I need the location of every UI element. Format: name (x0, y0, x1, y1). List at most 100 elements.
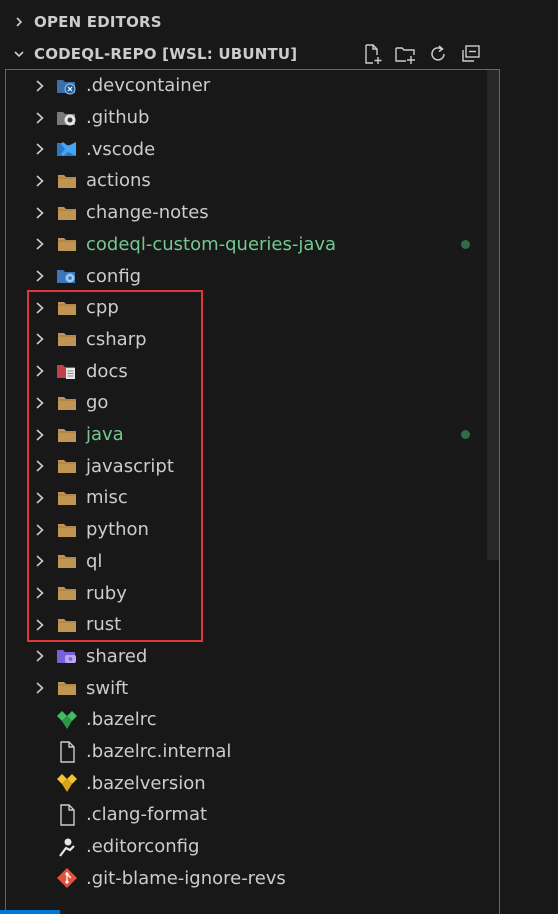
chevron-right-icon[interactable] (32, 649, 48, 663)
tree-folder-row[interactable]: .devcontainer (6, 70, 484, 102)
folder-icon (56, 233, 78, 255)
tree-file-row[interactable]: .clang-format (6, 799, 484, 831)
bazel-icon (56, 709, 78, 731)
folder-icon (56, 582, 78, 604)
tree-folder-row[interactable]: cpp (6, 292, 484, 324)
tree-folder-row[interactable]: ruby (6, 577, 484, 609)
chevron-right-icon[interactable] (32, 332, 48, 346)
folder-icon (56, 328, 78, 350)
chevron-right-icon[interactable] (32, 269, 48, 283)
tree-folder-row[interactable]: config (6, 260, 484, 292)
chevron-right-icon[interactable] (32, 79, 48, 93)
tree-folder-row[interactable]: change-notes (6, 197, 484, 229)
tree-item-label: shared (86, 645, 148, 667)
explorer-toolbar (361, 38, 482, 70)
tree-item-label: javascript (86, 455, 174, 477)
tree-file-row[interactable]: .bazelrc (6, 704, 484, 736)
devcontainer-folder-icon (56, 75, 78, 97)
chevron-right-icon[interactable] (32, 396, 48, 410)
git-modified-dot (461, 239, 470, 249)
tree-folder-row[interactable]: rust (6, 609, 484, 641)
tree-item-label: ruby (86, 582, 127, 604)
chevron-right-icon[interactable] (32, 554, 48, 568)
folder-icon (56, 170, 78, 192)
tree-folder-row[interactable]: csharp (6, 324, 484, 356)
tree-file-row[interactable]: .editorconfig (6, 831, 484, 863)
tree-folder-row[interactable]: ql (6, 546, 484, 578)
editorconfig-icon (56, 836, 78, 858)
chevron-right-icon[interactable] (32, 681, 48, 695)
chevron-right-icon[interactable] (32, 618, 48, 632)
tree-file-row[interactable]: .bazelrc.internal (6, 736, 484, 768)
tree-item-label: .devcontainer (86, 75, 211, 97)
tree-item-label: swift (86, 677, 129, 699)
chevron-right-icon[interactable] (32, 237, 48, 251)
file-tree[interactable]: .devcontainer .github .vscode actions change… (5, 69, 500, 914)
collapse-all-icon[interactable] (460, 43, 482, 65)
chevron-right-icon[interactable] (32, 586, 48, 600)
tree-folder-row[interactable]: python (6, 514, 484, 546)
config-folder-icon (56, 265, 78, 287)
new-folder-icon[interactable] (394, 43, 416, 65)
folder-icon (56, 392, 78, 414)
refresh-icon[interactable] (427, 43, 449, 65)
tree-file-row[interactable]: .bazelversion (6, 767, 484, 799)
tree-item-label: .github (86, 107, 150, 129)
tree-item-label: .bazelversion (86, 772, 206, 794)
chevron-right-icon[interactable] (32, 301, 48, 315)
chevron-right-icon[interactable] (32, 174, 48, 188)
tree-item-label: go (86, 392, 109, 414)
folder-icon (56, 550, 78, 572)
repo-title: CODEQL-REPO [WSL: UBUNTU] (34, 45, 298, 63)
chevron-right-icon[interactable] (32, 111, 48, 125)
chevron-right-icon[interactable] (32, 523, 48, 537)
tree-folder-row[interactable]: javascript (6, 450, 484, 482)
tree-folder-row[interactable]: swift (6, 672, 484, 704)
tree-folder-row[interactable]: codeql-custom-queries-java (6, 229, 484, 261)
tree-item-label: .clang-format (86, 804, 208, 826)
tree-item-label: .bazelrc.internal (86, 741, 232, 763)
tree-item-label: misc (86, 487, 128, 509)
chevron-right-icon[interactable] (32, 206, 48, 220)
folder-icon (56, 424, 78, 446)
tree-folder-row[interactable]: docs (6, 355, 484, 387)
tree-folder-row[interactable]: java (6, 419, 484, 451)
new-file-icon[interactable] (361, 43, 383, 65)
chevron-right-icon[interactable] (32, 491, 48, 505)
status-accent (0, 910, 60, 914)
folder-icon (56, 487, 78, 509)
open-editors-header[interactable]: OPEN EDITORS (0, 6, 500, 38)
chevron-right-icon[interactable] (32, 428, 48, 442)
tree-item-label: rust (86, 614, 122, 636)
tree-item-label: codeql-custom-queries-java (86, 233, 337, 255)
tree-item-label: ql (86, 550, 103, 572)
chevron-right-icon[interactable] (32, 364, 48, 378)
bazel-yellow-icon (56, 772, 78, 794)
tree-folder-row[interactable]: .github (6, 102, 484, 134)
tree-item-label: java (86, 424, 124, 446)
tree-file-row[interactable]: .git-blame-ignore-revs (6, 863, 484, 895)
tree-item-label: change-notes (86, 202, 209, 224)
tree-folder-row[interactable]: .vscode (6, 133, 484, 165)
tree-item-label: cpp (86, 297, 119, 319)
tree-folder-row[interactable]: go (6, 387, 484, 419)
repo-section-header[interactable]: CODEQL-REPO [WSL: UBUNTU] (0, 38, 500, 70)
tree-item-label: .bazelrc (86, 709, 157, 731)
docs-folder-icon (56, 360, 78, 382)
folder-icon (56, 614, 78, 636)
tree-item-label: csharp (86, 328, 147, 350)
tree-folder-row[interactable]: actions (6, 165, 484, 197)
open-editors-title: OPEN EDITORS (34, 13, 162, 31)
scrollbar[interactable] (487, 70, 499, 560)
folder-icon (56, 455, 78, 477)
chevron-right-icon[interactable] (32, 142, 48, 156)
chevron-right-icon[interactable] (32, 459, 48, 473)
tree-folder-row[interactable]: shared (6, 641, 484, 673)
tree-item-label: actions (86, 170, 151, 192)
folder-icon (56, 202, 78, 224)
tree-folder-row[interactable]: misc (6, 482, 484, 514)
folder-icon (56, 519, 78, 541)
chevron-down-icon (12, 48, 26, 60)
tree-item-label: .editorconfig (86, 836, 200, 858)
folder-icon (56, 677, 78, 699)
